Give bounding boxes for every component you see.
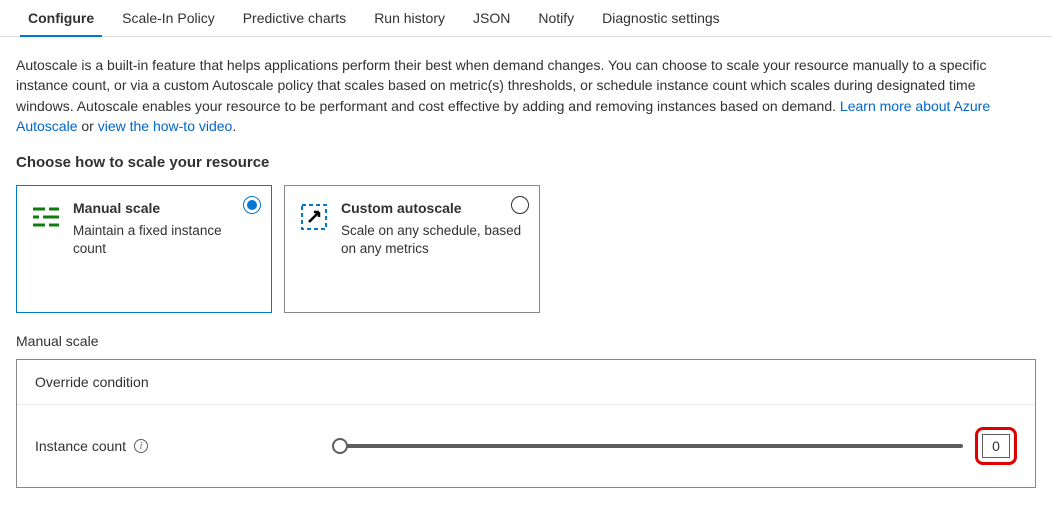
slider-thumb[interactable] bbox=[332, 438, 348, 454]
scale-option-cards: Manual scale Maintain a fixed instance c… bbox=[16, 185, 1036, 313]
card-custom-desc: Scale on any schedule, based on any metr… bbox=[341, 222, 525, 258]
tabs-bar: Configure Scale-In Policy Predictive cha… bbox=[0, 0, 1052, 37]
card-manual-desc: Maintain a fixed instance count bbox=[73, 222, 257, 258]
main-content: Autoscale is a built-in feature that hel… bbox=[0, 37, 1052, 506]
card-custom-title: Custom autoscale bbox=[341, 200, 525, 216]
tab-predictive-charts[interactable]: Predictive charts bbox=[229, 0, 360, 36]
custom-autoscale-icon bbox=[299, 202, 329, 232]
instance-count-value[interactable]: 0 bbox=[982, 434, 1010, 458]
tab-diagnostic-settings[interactable]: Diagnostic settings bbox=[588, 0, 734, 36]
manual-scale-section-title: Manual scale bbox=[16, 333, 1036, 349]
tab-run-history[interactable]: Run history bbox=[360, 0, 459, 36]
instance-count-slider-wrap: 0 bbox=[340, 427, 1017, 465]
card-custom-autoscale[interactable]: Custom autoscale Scale on any schedule, … bbox=[284, 185, 540, 313]
instance-count-label: Instance count bbox=[35, 438, 126, 454]
slider-track bbox=[340, 444, 963, 448]
card-manual-title: Manual scale bbox=[73, 200, 257, 216]
manual-scale-panel: Override condition Instance count i 0 bbox=[16, 359, 1036, 488]
section-title: Choose how to scale your resource bbox=[16, 154, 1036, 171]
link-howto-video[interactable]: view the how-to video bbox=[98, 118, 233, 134]
instance-count-slider[interactable] bbox=[340, 438, 963, 454]
tab-configure[interactable]: Configure bbox=[14, 0, 108, 36]
description-end: . bbox=[232, 118, 236, 134]
tab-json[interactable]: JSON bbox=[459, 0, 524, 36]
tab-notify[interactable]: Notify bbox=[524, 0, 588, 36]
radio-custom-autoscale[interactable] bbox=[511, 196, 529, 214]
panel-header-override: Override condition bbox=[17, 360, 1035, 405]
instance-count-label-wrap: Instance count i bbox=[35, 438, 330, 454]
tab-scale-in-policy[interactable]: Scale-In Policy bbox=[108, 0, 229, 36]
instance-count-highlight: 0 bbox=[975, 427, 1017, 465]
autoscale-description: Autoscale is a built-in feature that hel… bbox=[16, 55, 1026, 136]
manual-scale-icon bbox=[31, 202, 61, 232]
info-icon[interactable]: i bbox=[134, 439, 148, 453]
radio-manual-scale[interactable] bbox=[243, 196, 261, 214]
instance-count-row: Instance count i 0 bbox=[17, 405, 1035, 487]
card-manual-scale[interactable]: Manual scale Maintain a fixed instance c… bbox=[16, 185, 272, 313]
description-mid: or bbox=[81, 118, 97, 134]
